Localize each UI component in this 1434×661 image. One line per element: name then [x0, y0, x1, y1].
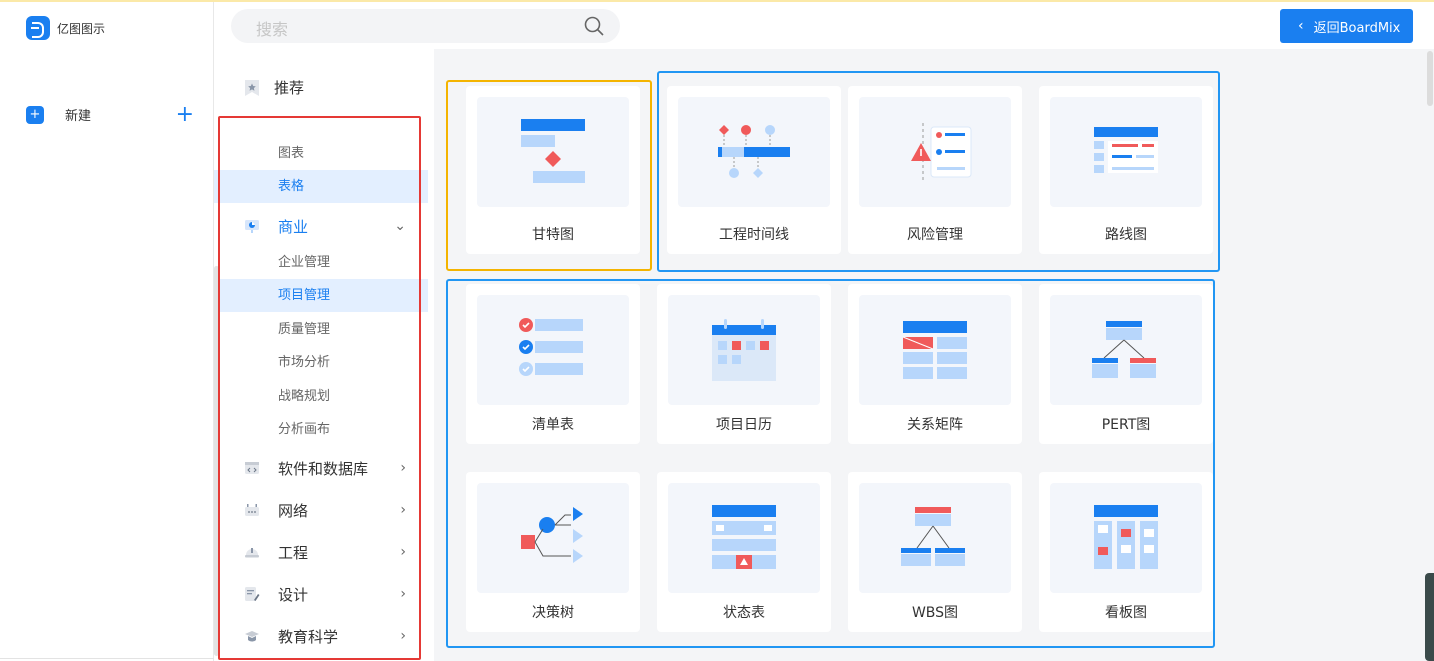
search-box[interactable]: 搜索: [231, 9, 620, 43]
timeline-icon: [718, 125, 790, 178]
scroll-thumb[interactable]: [1427, 51, 1433, 106]
checklist-icon: [519, 318, 583, 376]
template-thumbnail: [477, 295, 629, 405]
category-highlight-frame: [218, 116, 421, 660]
category-recommended[interactable]: 推荐: [244, 77, 304, 98]
edraw-logo-icon: [26, 16, 50, 40]
back-to-boardmix-button[interactable]: ‹ 返回BoardMix: [1280, 9, 1413, 43]
calendar-icon: [712, 319, 776, 381]
template-card[interactable]: 项目日历: [657, 284, 831, 444]
template-thumbnail: [477, 97, 629, 207]
template-thumbnail: [1050, 483, 1202, 593]
app-name: 亿图图示: [57, 21, 106, 36]
template-card[interactable]: 看板图: [1039, 472, 1213, 632]
top-bar: 搜索 ‹ 返回BoardMix: [214, 2, 1434, 49]
template-label: 决策树: [532, 605, 574, 621]
template-scrollbar[interactable]: [1426, 49, 1434, 661]
kanban-icon: [1094, 505, 1158, 569]
template-card[interactable]: 路线图: [1039, 86, 1213, 254]
template-card[interactable]: 状态表: [657, 472, 831, 632]
template-thumbnail: [1050, 97, 1202, 207]
template-thumbnail: [678, 97, 830, 207]
side-widget[interactable]: [1425, 573, 1434, 661]
gantt-chart-icon: [521, 119, 585, 183]
decision-tree-icon: [521, 507, 583, 563]
template-label: 项目日历: [716, 417, 772, 433]
template-thumbnail: [477, 483, 629, 593]
wbs-icon: [901, 507, 965, 566]
template-label: 路线图: [1105, 227, 1147, 243]
left-rail: 亿图图示 + 新建 +: [0, 2, 214, 661]
template-thumbnail: [859, 295, 1011, 405]
template-thumbnail: [859, 97, 1011, 207]
add-icon[interactable]: +: [176, 103, 194, 125]
template-label: WBS图: [911, 605, 959, 621]
template-label: 看板图: [1105, 605, 1147, 621]
search-input[interactable]: 搜索: [256, 16, 288, 40]
template-label: 工程时间线: [719, 227, 789, 243]
template-label: 关系矩阵: [907, 417, 963, 433]
template-card[interactable]: 风险管理: [848, 86, 1022, 254]
star-icon: [245, 79, 259, 96]
template-card[interactable]: 关系矩阵: [848, 284, 1022, 444]
template-thumbnail: [1050, 295, 1202, 405]
template-thumbnail: [668, 295, 820, 405]
template-card[interactable]: 甘特图: [466, 86, 640, 254]
template-label: 状态表: [723, 605, 765, 621]
roadmap-icon: [1094, 127, 1158, 173]
template-card[interactable]: 清单表: [466, 284, 640, 444]
matrix-icon: [902, 321, 967, 379]
template-thumbnail: [668, 483, 820, 593]
new-document-row[interactable]: + 新建 +: [26, 103, 194, 125]
template-label: 甘特图: [532, 227, 574, 243]
risk-icon: [911, 123, 972, 181]
category-label: 推荐: [274, 79, 305, 97]
new-file-icon: +: [26, 105, 44, 124]
status-table-icon: [712, 505, 776, 569]
back-button-label: 返回BoardMix: [1313, 20, 1401, 36]
template-card[interactable]: PERT图: [1039, 284, 1213, 444]
template-thumbnail: [859, 483, 1011, 593]
pert-icon: [1092, 321, 1156, 378]
new-label: 新建: [65, 109, 92, 124]
template-label: 清单表: [532, 417, 574, 433]
search-icon[interactable]: [584, 16, 604, 36]
template-label: 风险管理: [907, 227, 963, 243]
template-card[interactable]: 决策树: [466, 472, 640, 632]
template-card[interactable]: WBS图: [848, 472, 1022, 632]
chevron-left-icon: ‹: [1298, 18, 1304, 34]
app-logo[interactable]: 亿图图示: [26, 16, 105, 40]
template-label: PERT图: [1101, 417, 1151, 433]
template-card[interactable]: 工程时间线: [667, 86, 841, 254]
